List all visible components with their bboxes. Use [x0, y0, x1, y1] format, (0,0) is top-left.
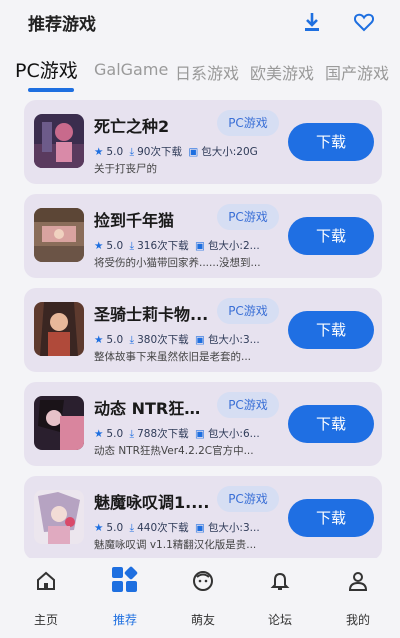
game-title: 圣骑士莉卡物... — [94, 305, 209, 324]
rating: 5.0 — [106, 240, 124, 252]
bottom-navigation: 主页 推荐 萌友 论坛 我的 — [0, 558, 400, 638]
game-stats: ★ 5.0 ⤓ 440次下载 ▣ 包大小:3... — [94, 520, 278, 535]
download-count-icon: ⤓ — [129, 428, 135, 440]
game-title: 死亡之种2 — [94, 117, 170, 136]
game-title: 捡到千年猫 — [94, 211, 175, 230]
nav-item-forum[interactable]: 论坛 — [250, 558, 310, 638]
nav-label: 萌友 — [190, 613, 215, 627]
game-thumbnail — [34, 114, 84, 168]
rating: 5.0 — [106, 428, 124, 440]
star-icon: ★ — [94, 428, 104, 440]
package-size: 包大小:3... — [207, 334, 260, 346]
game-card[interactable]: 圣骑士莉卡物... PC游戏 ★ 5.0 ⤓ 380次下载 ▣ 包大小:3... 整体… — [24, 288, 382, 372]
nav-label: 我的 — [345, 613, 370, 627]
game-description: 动态 NTR狂热Ver4.2.2C官方中... — [94, 445, 254, 457]
top-bar: 推荐游戏 — [0, 0, 400, 46]
download-count: 380次下载 — [137, 334, 189, 346]
package-size: 包大小:6... — [207, 428, 260, 440]
package-icon: ▣ — [195, 334, 205, 346]
tab-western-games[interactable]: 欧美游戏 — [250, 60, 314, 84]
game-stats: ★ 5.0 ⤓ 788次下载 ▣ 包大小:6... — [94, 426, 278, 441]
tab-domestic-games[interactable]: 国产游戏 — [325, 60, 389, 84]
category-badge: PC游戏 — [217, 110, 279, 136]
game-thumbnail — [34, 302, 84, 356]
category-badge: PC游戏 — [217, 392, 279, 418]
game-stats: ★ 5.0 ⤓ 90次下载 ▣ 包大小:20G — [94, 144, 278, 159]
download-count: 90次下载 — [137, 146, 182, 158]
game-title: 动态 NTR狂热... — [94, 399, 216, 418]
game-list: 死亡之种2 PC游戏 ★ 5.0 ⤓ 90次下载 ▣ 包大小:20G 关于打丧尸的 下… — [0, 100, 400, 558]
rating: 5.0 — [106, 146, 124, 158]
star-icon: ★ — [94, 522, 104, 534]
category-badge: PC游戏 — [217, 486, 279, 512]
nav-item-friends[interactable]: 萌友 — [173, 558, 233, 638]
game-description: 关于打丧尸的 — [94, 163, 157, 175]
game-thumbnail — [34, 396, 84, 450]
rating: 5.0 — [106, 334, 124, 346]
download-count: 440次下载 — [137, 522, 189, 534]
star-icon: ★ — [94, 240, 104, 252]
tab-pc-games[interactable]: PC游戏 — [15, 56, 78, 83]
download-count: 788次下载 — [137, 428, 189, 440]
tab-galgame[interactable]: GalGame — [94, 60, 168, 79]
download-button[interactable]: 下载 — [288, 405, 374, 443]
heart-icon[interactable] — [353, 11, 375, 33]
game-card[interactable]: 动态 NTR狂热... PC游戏 ★ 5.0 ⤓ 788次下载 ▣ 包大小:6... … — [24, 382, 382, 466]
game-stats: ★ 5.0 ⤓ 380次下载 ▣ 包大小:3... — [94, 332, 278, 347]
package-icon: ▣ — [195, 428, 205, 440]
nav-item-profile[interactable]: 我的 — [328, 558, 388, 638]
tab-japanese-games[interactable]: 日系游戏 — [175, 60, 239, 84]
game-card[interactable]: 死亡之种2 PC游戏 ★ 5.0 ⤓ 90次下载 ▣ 包大小:20G 关于打丧尸的 下… — [24, 100, 382, 184]
nav-label: 推荐 — [112, 613, 137, 627]
rating: 5.0 — [106, 522, 124, 534]
download-button[interactable]: 下载 — [288, 123, 374, 161]
game-description: 整体故事下来虽然依旧是老套的... — [94, 351, 252, 363]
category-tabs: PC游戏 GalGame 日系游戏 欧美游戏 国产游戏 — [0, 56, 400, 92]
download-icon[interactable] — [301, 11, 323, 33]
game-thumbnail — [34, 490, 84, 544]
package-size: 包大小:2... — [207, 240, 260, 252]
game-card[interactable]: 捡到千年猫 PC游戏 ★ 5.0 ⤓ 316次下载 ▣ 包大小:2... 将受伤的小猫… — [24, 194, 382, 278]
face-icon — [192, 570, 214, 592]
game-stats: ★ 5.0 ⤓ 316次下载 ▣ 包大小:2... — [94, 238, 278, 253]
package-size: 包大小:3... — [207, 522, 260, 534]
grid-icon — [111, 566, 139, 594]
category-badge: PC游戏 — [217, 204, 279, 230]
category-badge: PC游戏 — [217, 298, 279, 324]
user-icon — [347, 570, 369, 592]
star-icon: ★ — [94, 334, 104, 346]
game-card[interactable]: 魅魔咏叹调1.... PC游戏 ★ 5.0 ⤓ 440次下载 ▣ 包大小:3... 魅… — [24, 476, 382, 558]
download-count-icon: ⤓ — [129, 334, 135, 346]
package-size: 包大小:20G — [201, 146, 258, 158]
package-icon: ▣ — [188, 146, 199, 158]
page-title: 推荐游戏 — [28, 15, 96, 35]
download-count-icon: ⤓ — [129, 240, 135, 252]
bell-icon — [269, 570, 291, 592]
nav-item-recommend[interactable]: 推荐 — [95, 558, 155, 638]
nav-label: 论坛 — [267, 613, 292, 627]
download-button[interactable]: 下载 — [288, 499, 374, 537]
game-description: 将受伤的小猫带回家养......没想到... — [94, 257, 261, 269]
nav-item-home[interactable]: 主页 — [16, 558, 76, 638]
game-thumbnail — [34, 208, 84, 262]
download-count-icon: ⤓ — [129, 522, 135, 534]
nav-label: 主页 — [33, 613, 58, 627]
package-icon: ▣ — [195, 522, 205, 534]
game-title: 魅魔咏叹调1.... — [94, 493, 210, 512]
game-description: 魅魔咏叹调 v1.1精翻汉化版是贵... — [94, 539, 257, 551]
star-icon: ★ — [94, 146, 104, 158]
home-icon — [35, 570, 57, 592]
active-tab-indicator — [28, 88, 74, 92]
package-icon: ▣ — [195, 240, 205, 252]
download-button[interactable]: 下载 — [288, 311, 374, 349]
download-count: 316次下载 — [137, 240, 189, 252]
download-button[interactable]: 下载 — [288, 217, 374, 255]
download-count-icon: ⤓ — [129, 146, 135, 158]
